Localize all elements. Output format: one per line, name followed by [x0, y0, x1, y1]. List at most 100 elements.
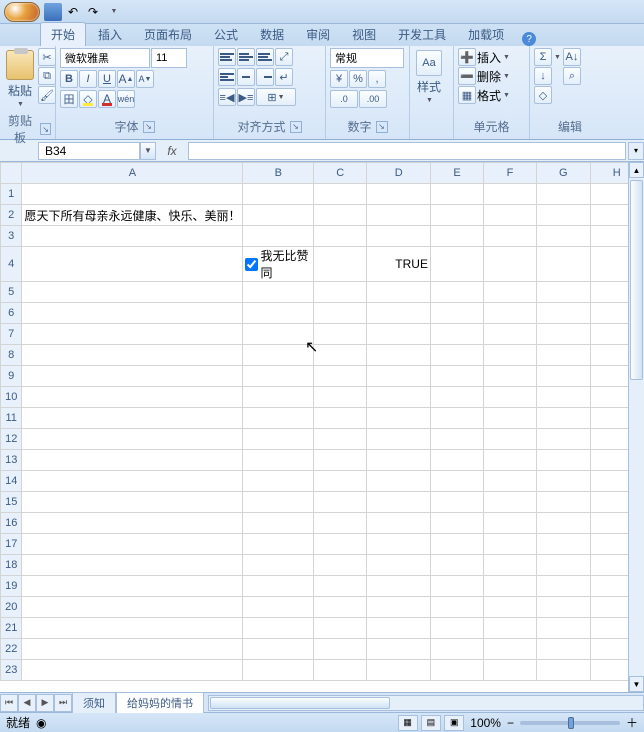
percent-button[interactable]: %	[349, 70, 367, 88]
find-select-button[interactable]: ⌕	[563, 67, 581, 85]
cell-B17[interactable]	[243, 534, 314, 555]
cell-E19[interactable]	[430, 576, 483, 597]
increase-indent-button[interactable]: ▶≡	[237, 88, 255, 106]
cell-B23[interactable]	[243, 660, 314, 681]
cell-F12[interactable]	[484, 429, 537, 450]
cell-D21[interactable]	[367, 618, 431, 639]
cell-F11[interactable]	[484, 408, 537, 429]
phonetic-button[interactable]: wén	[117, 90, 135, 108]
cell-F18[interactable]	[484, 555, 537, 576]
cell-D20[interactable]	[367, 597, 431, 618]
cell-C13[interactable]	[314, 450, 367, 471]
cell-D10[interactable]	[367, 387, 431, 408]
cell-G5[interactable]	[537, 282, 591, 303]
cell-D13[interactable]	[367, 450, 431, 471]
cell-G19[interactable]	[537, 576, 591, 597]
cell-B3[interactable]	[243, 226, 314, 247]
cell-A3[interactable]	[22, 226, 243, 247]
cell-G18[interactable]	[537, 555, 591, 576]
cell-C1[interactable]	[314, 184, 367, 205]
cell-G16[interactable]	[537, 513, 591, 534]
cell-B13[interactable]	[243, 450, 314, 471]
row-header-20[interactable]: 20	[1, 597, 22, 618]
italic-button[interactable]: I	[79, 70, 97, 88]
cell-F1[interactable]	[484, 184, 537, 205]
cell-G12[interactable]	[537, 429, 591, 450]
fill-color-button[interactable]: ◇	[79, 90, 97, 108]
cell-A13[interactable]	[22, 450, 243, 471]
autosum-button[interactable]: Σ	[534, 48, 552, 66]
col-header-F[interactable]: F	[484, 163, 537, 184]
cell-G17[interactable]	[537, 534, 591, 555]
cell-B11[interactable]	[243, 408, 314, 429]
row-header-8[interactable]: 8	[1, 345, 22, 366]
row-header-4[interactable]: 4	[1, 247, 22, 282]
tab-页面布局[interactable]: 页面布局	[134, 23, 202, 46]
zoom-out-button[interactable]: −	[507, 716, 514, 730]
cell-E1[interactable]	[430, 184, 483, 205]
cell-D14[interactable]	[367, 471, 431, 492]
cell-D3[interactable]	[367, 226, 431, 247]
col-header-A[interactable]: A	[22, 163, 243, 184]
zoom-level[interactable]: 100%	[470, 716, 501, 730]
name-box[interactable]: B34	[38, 142, 140, 160]
row-header-15[interactable]: 15	[1, 492, 22, 513]
cell-D22[interactable]	[367, 639, 431, 660]
cell-A18[interactable]	[22, 555, 243, 576]
row-header-21[interactable]: 21	[1, 618, 22, 639]
col-header-G[interactable]: G	[537, 163, 591, 184]
cell-C8[interactable]	[314, 345, 367, 366]
comma-button[interactable]: ,	[368, 70, 386, 88]
cell-G1[interactable]	[537, 184, 591, 205]
cell-G14[interactable]	[537, 471, 591, 492]
cell-E6[interactable]	[430, 303, 483, 324]
cell-F14[interactable]	[484, 471, 537, 492]
styles-button[interactable]: Aa 样式 ▼	[414, 48, 444, 106]
row-header-17[interactable]: 17	[1, 534, 22, 555]
help-icon[interactable]: ?	[522, 32, 536, 46]
cell-B12[interactable]	[243, 429, 314, 450]
cell-G4[interactable]	[537, 247, 591, 282]
cell-F2[interactable]	[484, 205, 537, 226]
cell-C22[interactable]	[314, 639, 367, 660]
cell-B15[interactable]	[243, 492, 314, 513]
cut-icon[interactable]: ✂	[38, 48, 56, 66]
row-header-14[interactable]: 14	[1, 471, 22, 492]
cell-E22[interactable]	[430, 639, 483, 660]
row-header-12[interactable]: 12	[1, 429, 22, 450]
cell-A17[interactable]	[22, 534, 243, 555]
cell-A7[interactable]	[22, 324, 243, 345]
cell-G15[interactable]	[537, 492, 591, 513]
cell-F17[interactable]	[484, 534, 537, 555]
cell-C9[interactable]	[314, 366, 367, 387]
vertical-scroll-thumb[interactable]	[630, 180, 643, 380]
cell-A6[interactable]	[22, 303, 243, 324]
cell-C23[interactable]	[314, 660, 367, 681]
row-header-18[interactable]: 18	[1, 555, 22, 576]
delete-cells-button[interactable]: ➖删除▼	[458, 67, 510, 85]
fx-icon[interactable]: fx	[162, 144, 182, 158]
cell-G3[interactable]	[537, 226, 591, 247]
formula-bar[interactable]	[188, 142, 626, 160]
shrink-font-button[interactable]: A▼	[136, 70, 154, 88]
horizontal-scrollbar[interactable]	[208, 695, 644, 711]
cell-A10[interactable]	[22, 387, 243, 408]
cell-D8[interactable]	[367, 345, 431, 366]
cell-D6[interactable]	[367, 303, 431, 324]
sheet-nav-first[interactable]: ⏮	[0, 694, 18, 712]
cell-D23[interactable]	[367, 660, 431, 681]
increase-decimal-button[interactable]: .0	[330, 90, 358, 108]
cell-A11[interactable]	[22, 408, 243, 429]
cell-E8[interactable]	[430, 345, 483, 366]
cell-B16[interactable]	[243, 513, 314, 534]
cell-E4[interactable]	[430, 247, 483, 282]
cell-E16[interactable]	[430, 513, 483, 534]
cell-G9[interactable]	[537, 366, 591, 387]
cell-C5[interactable]	[314, 282, 367, 303]
col-header-C[interactable]: C	[314, 163, 367, 184]
cell-B6[interactable]	[243, 303, 314, 324]
sheet-nav-prev[interactable]: ◀	[18, 694, 36, 712]
scroll-up-button[interactable]: ▲	[629, 162, 644, 178]
cell-D5[interactable]	[367, 282, 431, 303]
cell-E12[interactable]	[430, 429, 483, 450]
